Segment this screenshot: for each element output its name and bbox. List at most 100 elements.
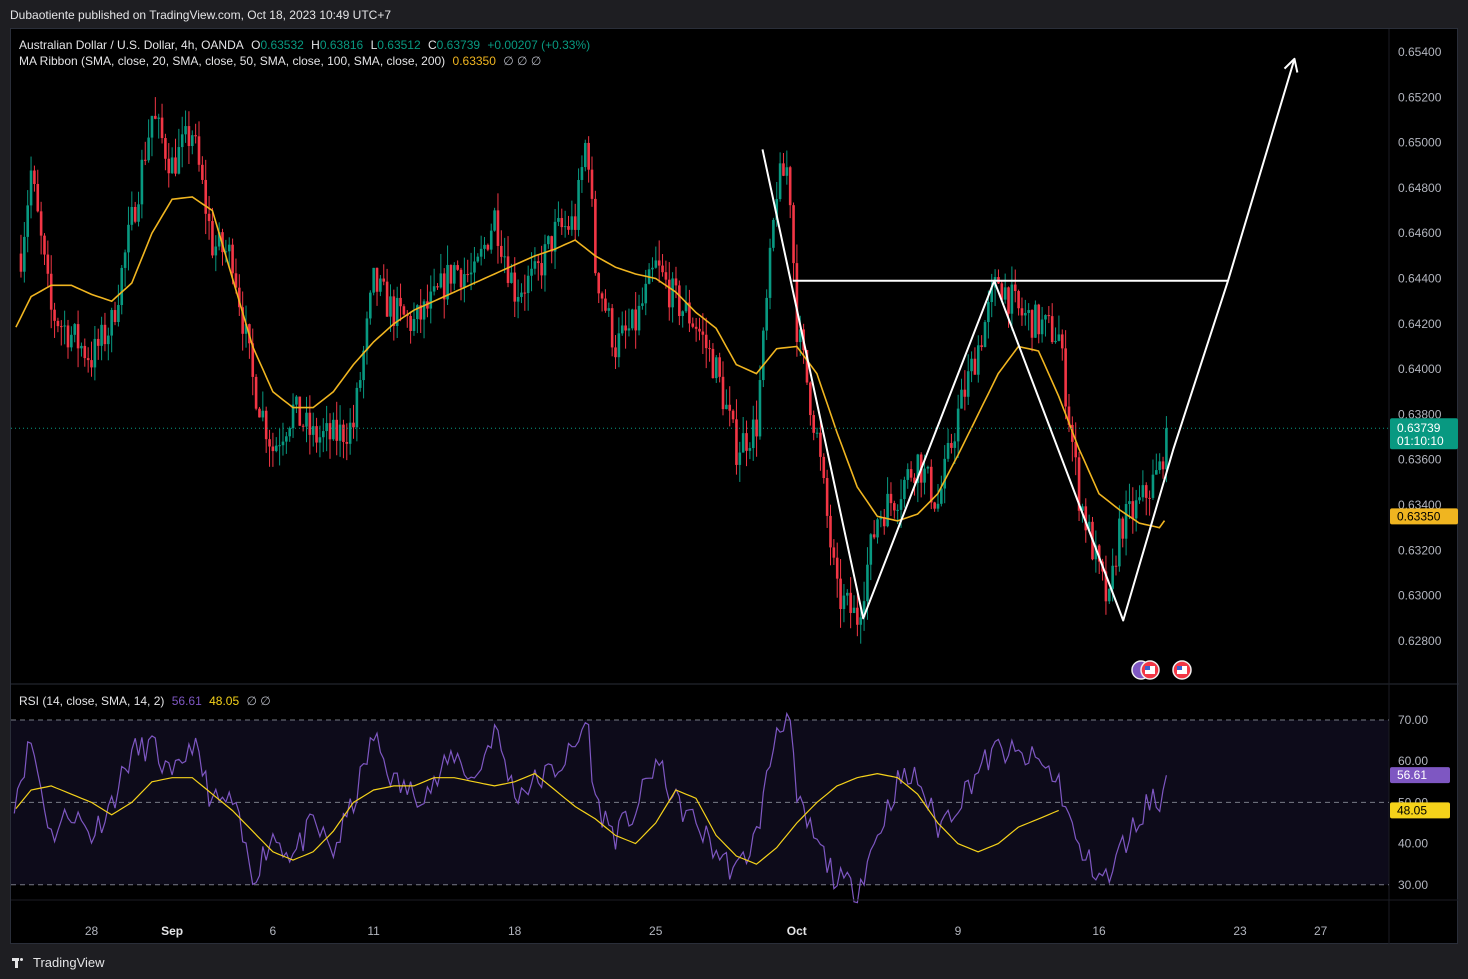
candle-body [1151, 474, 1155, 498]
candle-body [1050, 316, 1054, 343]
candle-body [365, 318, 369, 351]
candle-body [694, 326, 698, 329]
candle-body [298, 396, 302, 426]
candle-body [63, 325, 66, 327]
candle-body [1054, 340, 1057, 343]
candle-body [704, 334, 708, 349]
candle-body [379, 278, 382, 292]
ohlc-close: C0.63739 [428, 38, 481, 52]
candle-body [164, 138, 167, 159]
tradingview-brand[interactable]: TradingView [12, 955, 105, 970]
candle-body [906, 469, 910, 480]
candle-body [748, 448, 752, 451]
candle-body [1118, 518, 1121, 567]
candle-body [288, 428, 291, 437]
candle-body [449, 264, 453, 284]
candle-body [637, 305, 641, 331]
price-axis-tick: 0.63600 [1398, 453, 1442, 467]
chart-canvas[interactable]: 0.65400 0.65200 0.65000 0.64800 0.64600 0.644… [11, 29, 1459, 945]
candle-body [389, 296, 392, 317]
candle-body [718, 357, 721, 377]
candle-body [96, 338, 100, 346]
time-axis-tick: 27 [1314, 924, 1328, 938]
ma-ribbon-na: ∅ ∅ ∅ [503, 54, 542, 68]
candle-body [325, 423, 328, 432]
candle-body [110, 310, 113, 336]
candle-body [953, 441, 957, 448]
candle-body [1144, 485, 1148, 498]
candle-body [1161, 461, 1165, 470]
candle-body [523, 292, 527, 294]
ohlc-low: L0.63512 [370, 38, 421, 52]
rsi-legend: RSI (14, close, SMA, 14, 2) 56.61 48.05 … [19, 694, 275, 708]
candle-body [23, 236, 26, 272]
candle-body [738, 452, 742, 465]
candle-body [26, 205, 29, 237]
candle-body [177, 147, 181, 174]
candle-body [1044, 315, 1047, 320]
rsi-axis-tick: 40.00 [1398, 837, 1428, 851]
candle-body [184, 126, 187, 135]
candle-body [39, 211, 43, 236]
candle-body [439, 273, 443, 288]
candle-body [929, 466, 933, 503]
ohlc-high: H0.63816 [311, 38, 364, 52]
candle-body [285, 436, 288, 442]
candle-body [835, 557, 839, 579]
candle-body [1007, 287, 1010, 314]
time-axis-tick: 25 [649, 924, 663, 938]
candle-body [100, 324, 103, 346]
price-axis-tick: 0.64800 [1398, 181, 1442, 195]
rsi-label: RSI (14, close, SMA, 14, 2) [19, 694, 165, 708]
candle-body [886, 493, 889, 527]
candle-body [496, 210, 500, 246]
ma-ribbon-line [15, 196, 1166, 529]
candle-body [117, 305, 120, 323]
candle-body [342, 424, 345, 442]
candle-body [580, 167, 584, 180]
candle-body [348, 422, 352, 444]
candle-body [594, 198, 597, 274]
rsi-axis-tick: 70.00 [1398, 713, 1428, 727]
time-axis-tick: 18 [508, 924, 522, 938]
candle-body [154, 115, 157, 119]
candle-body [1064, 348, 1067, 407]
candle-body [520, 292, 523, 297]
candle-body [825, 478, 829, 516]
time-axis-tick: 16 [1092, 924, 1106, 938]
price-axis-tick: 0.64000 [1398, 362, 1442, 376]
candle-body [889, 493, 893, 504]
candle-body [1047, 315, 1051, 317]
candle-body [856, 607, 859, 625]
candle-body [90, 360, 93, 368]
time-axis-tick: 11 [367, 924, 380, 938]
candle-body [416, 305, 419, 320]
candle-body [714, 357, 718, 379]
candle-body [1114, 565, 1118, 567]
candle-body [624, 325, 627, 331]
candle-body [845, 592, 849, 596]
candle-body [271, 446, 275, 452]
candle-body [614, 347, 617, 358]
candle-body [852, 607, 856, 613]
candle-body [815, 432, 819, 434]
candle-body [620, 325, 624, 334]
candle-body [33, 170, 36, 184]
candle-body [1124, 504, 1128, 539]
candle-body [147, 137, 150, 161]
candle-body [1128, 501, 1131, 505]
candle-body [667, 279, 671, 308]
candle-body [788, 167, 792, 206]
candle-body [973, 358, 977, 375]
candle-body [627, 328, 631, 331]
candle-body [409, 315, 412, 331]
candle-body [859, 617, 863, 625]
candle-body [56, 320, 60, 327]
candle-body [295, 396, 298, 405]
candle-body [49, 273, 53, 310]
candle-body [735, 419, 738, 465]
candle-body [281, 441, 285, 446]
chart-frame[interactable]: 0.65400 0.65200 0.65000 0.64800 0.64600 0.644… [10, 28, 1459, 945]
candle-body [46, 254, 50, 274]
candle-body [1155, 470, 1158, 475]
